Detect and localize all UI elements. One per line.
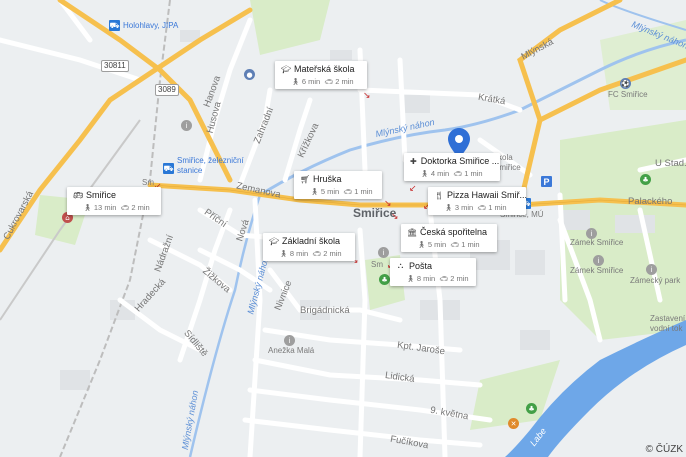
walk-time: 5 min bbox=[427, 240, 447, 249]
car-icon: 🚗︎ bbox=[439, 275, 449, 283]
poi-card-title: Základní škola bbox=[282, 236, 341, 246]
poi-card-title: Doktorka Smiřice ... bbox=[420, 156, 500, 166]
poi-label: Sm bbox=[142, 178, 154, 187]
poi-card[interactable]: ✚ Doktorka Smiřice ... 🚶︎ 4 min 🚗︎ 1 min bbox=[404, 153, 500, 181]
walk-icon: 🚶︎ bbox=[417, 241, 426, 249]
walk-icon: 🚶︎ bbox=[83, 204, 92, 212]
info-icon[interactable]: i bbox=[378, 247, 389, 258]
info-icon[interactable]: i bbox=[646, 264, 657, 275]
poi-card-title: Mateřská škola bbox=[294, 64, 355, 74]
poi-card[interactable]: 🎓︎ Základní škola 🚶︎ 8 min 🚗︎ 2 min bbox=[263, 233, 355, 261]
poi-label: Zámek Smiřice bbox=[570, 266, 624, 275]
drive-time: 2 min bbox=[131, 203, 150, 212]
poi-card[interactable]: 🚌︎ Smiřice 🚶︎ 13 min 🚗︎ 2 min bbox=[67, 187, 161, 215]
bus-stop-icon[interactable]: ⛟ bbox=[163, 163, 174, 174]
poi-label: Holohlavy, JIPA bbox=[123, 21, 179, 30]
walk-icon: 🚶︎ bbox=[406, 275, 415, 283]
poi-card-title: Česká spořitelna bbox=[420, 227, 488, 237]
poi-card-title: Pizza Hawaii Smiř... bbox=[447, 190, 528, 200]
car-icon: 🚗︎ bbox=[450, 241, 460, 249]
walk-time: 8 min bbox=[416, 274, 436, 283]
info-icon[interactable]: i bbox=[181, 120, 192, 131]
car-icon: 🚗︎ bbox=[453, 170, 463, 178]
poi-label: Zámek Smiřice bbox=[570, 238, 624, 247]
road-number-label: 3089 bbox=[155, 84, 179, 96]
drive-time: 2 min bbox=[450, 274, 469, 283]
poi-card[interactable]: 🏛︎ Česká spořitelna 🚶︎ 5 min 🚗︎ 1 min bbox=[401, 224, 497, 252]
medical-icon: ✚ bbox=[410, 156, 417, 166]
car-icon: 🚗︎ bbox=[312, 250, 322, 258]
car-icon: 🚗︎ bbox=[324, 78, 334, 86]
poi-card-title: Smiřice bbox=[86, 190, 117, 200]
street-label: Brigádnická bbox=[300, 305, 350, 316]
direction-arrow-icon: ↘ bbox=[363, 91, 371, 101]
restaurant-icon[interactable]: ✕ bbox=[508, 418, 519, 429]
info-icon[interactable]: i bbox=[284, 335, 295, 346]
direction-arrow-icon: ↙ bbox=[409, 184, 417, 194]
walk-time: 8 min bbox=[289, 249, 309, 258]
poi-card-title: Pošta bbox=[409, 261, 433, 271]
park-icon[interactable]: ♣ bbox=[379, 274, 390, 285]
direction-arrow-icon: ↘ bbox=[391, 212, 399, 222]
car-icon: 🚗︎ bbox=[120, 204, 130, 212]
poi-label: Zámecký park bbox=[630, 276, 681, 285]
drive-time: 2 min bbox=[323, 249, 342, 258]
poi-card-title: Hruška bbox=[313, 174, 342, 184]
poi-label: škola Smiřice bbox=[494, 153, 521, 172]
info-icon[interactable]: i bbox=[593, 255, 604, 266]
poi-label: FC Smiřice bbox=[608, 90, 648, 99]
road-number-label: 30811 bbox=[101, 60, 129, 72]
post-icon: ⛬ bbox=[397, 261, 404, 270]
poi-card[interactable]: ⛬ Pošta 🚶︎ 8 min 🚗︎ 2 min bbox=[390, 258, 476, 286]
walk-icon: 🚶︎ bbox=[310, 188, 319, 196]
poi-card[interactable]: 🛒︎ Hruška 🚶︎ 5 min 🚗︎ 1 min bbox=[294, 171, 382, 199]
place-icon[interactable]: ● bbox=[244, 69, 255, 80]
drive-time: 1 min bbox=[464, 169, 483, 178]
car-icon: 🚗︎ bbox=[343, 188, 353, 196]
walk-icon: 🚶︎ bbox=[420, 170, 429, 178]
school-icon: 🎓︎ bbox=[281, 64, 292, 74]
walk-time: 5 min bbox=[320, 187, 340, 196]
walk-icon: 🚶︎ bbox=[444, 204, 453, 212]
poi-label: Smiřice, železniční stanice bbox=[177, 156, 244, 175]
cart-icon: 🛒︎ bbox=[300, 174, 311, 184]
school-icon: 🎓︎ bbox=[269, 236, 280, 246]
sport-icon[interactable]: ⚽ bbox=[620, 78, 631, 89]
park-icon[interactable]: ♣ bbox=[526, 403, 537, 414]
poi-label: Anežka Malá bbox=[268, 346, 315, 355]
walk-time: 6 min bbox=[301, 77, 321, 86]
direction-arrow-icon: ↘ bbox=[384, 199, 392, 209]
street-label: Palackého bbox=[628, 196, 673, 207]
drive-time: 2 min bbox=[335, 77, 354, 86]
bank-icon: 🏛︎ bbox=[407, 227, 418, 237]
park-icon[interactable]: ♣ bbox=[640, 174, 651, 185]
walk-icon: 🚶︎ bbox=[291, 78, 300, 86]
walk-time: 13 min bbox=[93, 203, 117, 212]
drive-time: 1 min bbox=[354, 187, 373, 196]
walk-time: 4 min bbox=[430, 169, 450, 178]
map-attribution: © ČÚZK bbox=[645, 444, 683, 455]
bus-stop-icon[interactable]: ⛟ bbox=[109, 20, 120, 31]
poi-card[interactable]: 🍴︎ Pizza Hawaii Smiř... 🚶︎ 3 min 🚗︎ 1 min bbox=[428, 187, 528, 215]
walk-time: 3 min bbox=[454, 203, 474, 212]
poi-card[interactable]: 🎓︎ Mateřská škola 🚶︎ 6 min 🚗︎ 2 min bbox=[275, 61, 367, 89]
car-icon: 🚗︎ bbox=[477, 204, 487, 212]
walk-icon: 🚶︎ bbox=[279, 250, 288, 258]
poi-label: Zastavení vodní tok bbox=[650, 314, 686, 333]
restaurant-icon: 🍴︎ bbox=[434, 190, 445, 200]
map-canvas[interactable]: 30811 3089 Zemanova Cukrovarská Mlýnská … bbox=[0, 0, 686, 457]
bus-icon: 🚌︎ bbox=[73, 190, 84, 200]
drive-time: 1 min bbox=[488, 203, 507, 212]
street-label: U Stad... bbox=[655, 158, 686, 169]
poi-label: Sm bbox=[371, 260, 383, 269]
parking-icon[interactable]: P bbox=[541, 176, 552, 187]
drive-time: 1 min bbox=[461, 240, 480, 249]
